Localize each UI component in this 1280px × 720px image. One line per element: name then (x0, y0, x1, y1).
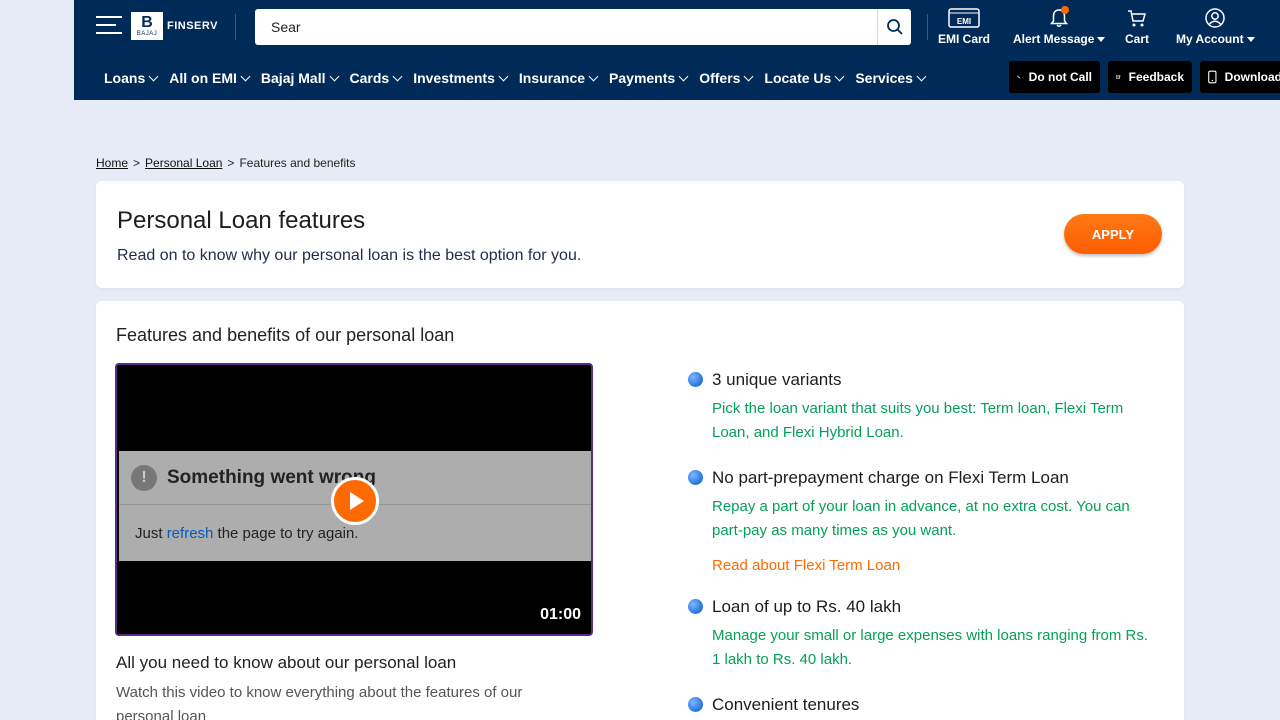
my-account-label: My Account (1176, 32, 1244, 46)
bullet-icon (688, 697, 703, 712)
breadcrumb-separator: > (133, 156, 141, 170)
chevron-down-icon (588, 71, 599, 81)
chevron-down-icon (329, 71, 339, 81)
bullet-icon (688, 599, 703, 614)
feature-title: No part-prepayment charge on Flexi Term … (712, 468, 1069, 487)
do-not-call-button[interactable]: Do not Call (1009, 61, 1100, 93)
do-not-call-label: Do not Call (1028, 70, 1092, 84)
nav-item-investments[interactable]: Investments (413, 70, 509, 86)
intro-card: Personal Loan features Read on to know w… (96, 181, 1184, 288)
emi-card-button[interactable]: EMI EMI Card (938, 6, 990, 46)
header-divider (927, 14, 928, 40)
nav-item-offers[interactable]: Offers (699, 70, 754, 86)
chevron-down-icon (148, 71, 159, 81)
search-bar (255, 9, 911, 45)
feature-title: Loan of up to Rs. 40 lakh (712, 597, 902, 616)
alert-message-label: Alert Message (1013, 32, 1095, 46)
cart-button[interactable]: Cart (1125, 6, 1149, 46)
chevron-down-icon (1246, 37, 1255, 43)
header-top-row: B BAJAJ FINSERV EMI EMI Card Alert Messa… (74, 0, 1280, 56)
feature-title: 3 unique variants (712, 370, 842, 389)
chevron-down-icon (1097, 37, 1106, 43)
nav-item-locate-us[interactable]: Locate Us (764, 70, 845, 86)
nav-item-payments[interactable]: Payments (609, 70, 689, 86)
video-duration: 01:00 (540, 606, 581, 623)
video-description: Watch this video to know everything abou… (116, 684, 523, 720)
cart-icon (1128, 10, 1146, 27)
chevron-down-icon (834, 71, 845, 81)
section-title: Features and benefits of our personal lo… (116, 325, 455, 345)
breadcrumb-separator: > (227, 156, 235, 170)
flexi-term-loan-link[interactable]: Read about Flexi Term Loan (712, 557, 1158, 574)
feature-item: 3 unique variants Pick the loan variant … (688, 369, 1158, 445)
apply-button[interactable]: APPLY (1064, 214, 1162, 254)
svg-text:EMI: EMI (957, 17, 971, 26)
nav-item-insurance[interactable]: Insurance (519, 70, 599, 86)
feature-list: 3 unique variants Pick the loan variant … (688, 369, 1158, 720)
chevron-down-icon (916, 71, 927, 81)
cart-label: Cart (1125, 32, 1150, 46)
nav-item-bajaj-mall[interactable]: Bajaj Mall (261, 70, 339, 86)
video-player[interactable]: ! Something went wrong Just refresh the … (115, 363, 593, 636)
feedback-label: Feedback (1128, 70, 1184, 84)
chevron-down-icon (498, 71, 509, 81)
alert-icon: ! (131, 464, 157, 491)
feature-description: Manage your small or large expenses with… (712, 627, 1149, 668)
chevron-down-icon (392, 71, 403, 81)
refresh-link[interactable]: refresh (167, 525, 214, 542)
feature-title: Convenient tenures (712, 695, 860, 714)
nav-item-loans[interactable]: Loans (104, 70, 159, 86)
bullet-icon (688, 470, 703, 485)
search-input[interactable] (255, 9, 877, 45)
phone-off-icon (1017, 75, 1021, 79)
breadcrumb-home-link[interactable]: Home (96, 156, 128, 170)
bullet-icon (688, 372, 703, 387)
user-icon (1205, 8, 1226, 28)
mobile-icon (1208, 70, 1217, 84)
alert-message-button[interactable]: Alert Message (1013, 6, 1106, 46)
search-button[interactable] (877, 9, 911, 45)
download-label: Download (1224, 70, 1280, 84)
menu-icon[interactable] (96, 14, 122, 36)
video-title: All you need to know about our personal … (116, 653, 457, 672)
feedback-icon (1116, 75, 1121, 79)
download-button[interactable]: Download (1200, 61, 1280, 93)
nav-item-services[interactable]: Services (855, 70, 927, 86)
site-header: B BAJAJ FINSERV EMI EMI Card Alert Messa… (74, 0, 1280, 100)
nav-item-cards[interactable]: Cards (350, 70, 403, 86)
features-card: Features and benefits of our personal lo… (96, 301, 1184, 720)
bell-icon (1050, 6, 1070, 27)
feature-item: Convenient tenures (688, 694, 1158, 716)
logo-mark: B BAJAJ (131, 12, 163, 40)
chevron-down-icon (678, 71, 689, 81)
emi-card-label: EMI Card (938, 32, 991, 46)
page-subtitle: Read on to know why our personal loan is… (117, 247, 582, 264)
play-button[interactable] (331, 477, 379, 525)
my-account-button[interactable]: My Account (1176, 6, 1255, 46)
feedback-button[interactable]: Feedback (1108, 61, 1192, 93)
emi-card-icon: EMI (948, 8, 980, 28)
breadcrumb-current: Features and benefits (239, 156, 356, 170)
page-title: Personal Loan features (117, 207, 366, 234)
feature-item: No part-prepayment charge on Flexi Term … (688, 467, 1158, 574)
breadcrumb-personal-loan-link[interactable]: Personal Loan (145, 156, 222, 170)
chevron-down-icon (240, 71, 251, 81)
chevron-down-icon (743, 71, 754, 81)
feature-item: Loan of up to Rs. 40 lakh Manage your sm… (688, 596, 1158, 672)
search-icon (886, 19, 903, 35)
feature-description: Pick the loan variant that suits you bes… (712, 400, 1124, 441)
main-nav: Loans All on EMI Bajaj Mall Cards Invest… (74, 56, 1280, 100)
logo-text: FINSERV (167, 20, 218, 32)
breadcrumb: Home > Personal Loan > Features and bene… (96, 156, 356, 170)
bajaj-finserv-logo[interactable]: B BAJAJ FINSERV (131, 12, 218, 40)
nav-item-all-on-emi[interactable]: All on EMI (169, 70, 251, 86)
header-divider (235, 14, 236, 40)
feature-description: Repay a part of your loan in advance, at… (712, 498, 1130, 539)
